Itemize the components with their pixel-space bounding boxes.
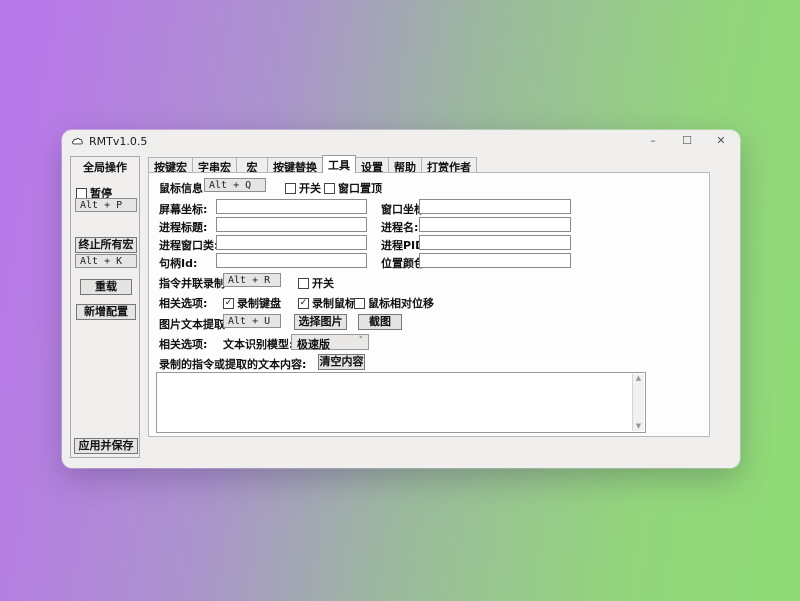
ocr-model-select[interactable]: 极速版 ˅ <box>291 334 369 350</box>
window-coord-input[interactable] <box>419 199 571 214</box>
ocr-options-label: 相关选项: <box>159 336 207 352</box>
record-mouse-label: 录制鼠标 <box>312 295 356 311</box>
ocr-hotkey-input[interactable]: Alt + U <box>223 314 281 328</box>
title-bar: RMTv1.0.5 – ☐ ✕ <box>62 130 740 152</box>
add-config-button[interactable]: 新增配置 <box>76 304 136 320</box>
screen-coord-input[interactable] <box>216 199 367 214</box>
ocr-model-value: 极速版 <box>297 338 330 351</box>
mouse-info-label: 鼠标信息: <box>159 180 207 196</box>
mouse-info-switch-checkbox[interactable] <box>285 183 296 194</box>
screen-coord-label: 屏幕坐标: <box>159 201 207 217</box>
tools-panel: 鼠标信息: Alt + Q 开关 窗口置顶 屏幕坐标: 窗口坐标: 进程标题: … <box>148 172 710 437</box>
scroll-up-icon[interactable]: ▲ <box>636 374 641 383</box>
scroll-down-icon[interactable]: ▼ <box>636 422 641 431</box>
record-mouse-row[interactable]: 录制鼠标 <box>298 295 356 311</box>
tab-macro[interactable]: 宏 <box>236 157 268 173</box>
tab-settings[interactable]: 设置 <box>355 157 389 173</box>
output-scrollbar[interactable]: ▲ ▼ <box>632 374 644 431</box>
process-title-label: 进程标题: <box>159 219 207 235</box>
process-class-input[interactable] <box>216 235 367 250</box>
app-window: RMTv1.0.5 – ☐ ✕ 全局操作 暂停 Alt + P 终止所有宏 Al… <box>62 130 740 468</box>
handle-id-label: 句柄Id: <box>159 255 197 271</box>
process-name-input[interactable] <box>419 217 571 232</box>
output-textarea[interactable]: ▲ ▼ <box>156 372 646 433</box>
window-topmost-row[interactable]: 窗口置顶 <box>324 180 382 196</box>
mouse-info-switch-label: 开关 <box>299 180 321 196</box>
tab-string-macro[interactable]: 字串宏 <box>192 157 237 173</box>
tab-help[interactable]: 帮助 <box>388 157 422 173</box>
stop-hotkey-input[interactable]: Alt + K <box>75 254 137 268</box>
mouse-info-hotkey-input[interactable]: Alt + Q <box>204 178 266 192</box>
record-switch-label: 开关 <box>312 275 334 291</box>
tab-donate[interactable]: 打赏作者 <box>421 157 477 173</box>
window-controls: – ☐ ✕ <box>646 130 728 152</box>
position-color-input[interactable] <box>419 253 571 268</box>
output-label: 录制的指令或提取的文本内容: <box>159 356 306 372</box>
mouse-info-switch-row[interactable]: 开关 <box>285 180 321 196</box>
mouse-relative-row[interactable]: 鼠标相对位移 <box>354 295 434 311</box>
maximize-button[interactable]: ☐ <box>680 130 694 152</box>
tab-key-replace[interactable]: 按键替换 <box>267 157 323 173</box>
handle-id-input[interactable] <box>216 253 367 268</box>
app-icon <box>71 135 84 148</box>
tab-key-macro[interactable]: 按键宏 <box>148 157 193 173</box>
process-pid-input[interactable] <box>419 235 571 250</box>
clear-content-button[interactable]: 清空内容 <box>318 354 365 370</box>
ocr-model-label: 文本识别模型: <box>223 336 293 352</box>
record-switch-checkbox[interactable] <box>298 278 309 289</box>
minimize-button[interactable]: – <box>646 130 660 152</box>
mouse-relative-checkbox[interactable] <box>354 298 365 309</box>
record-options-label: 相关选项: <box>159 295 207 311</box>
record-switch-row[interactable]: 开关 <box>298 275 334 291</box>
record-mouse-checkbox[interactable] <box>298 298 309 309</box>
close-button[interactable]: ✕ <box>714 130 728 152</box>
reload-button[interactable]: 重载 <box>80 279 132 295</box>
screenshot-button[interactable]: 截图 <box>358 314 402 330</box>
process-title-input[interactable] <box>216 217 367 232</box>
stop-all-macros-button[interactable]: 终止所有宏 <box>75 237 137 253</box>
process-class-label: 进程窗口类: <box>159 237 218 253</box>
record-hotkey-input[interactable]: Alt + R <box>223 273 281 287</box>
record-label: 指令并联录制: <box>159 275 229 291</box>
ocr-label: 图片文本提取: <box>159 316 229 332</box>
chevron-down-icon: ˅ <box>359 336 364 346</box>
record-keyboard-row[interactable]: 录制键盘 <box>223 295 281 311</box>
choose-image-button[interactable]: 选择图片 <box>294 314 347 330</box>
mouse-relative-label: 鼠标相对位移 <box>368 295 434 311</box>
global-actions-groupbox: 全局操作 暂停 Alt + P 终止所有宏 Alt + K 重载 新增配置 应用… <box>70 156 140 458</box>
pause-checkbox[interactable] <box>76 188 87 199</box>
tab-tools[interactable]: 工具 <box>322 155 356 173</box>
window-topmost-label: 窗口置顶 <box>338 180 382 196</box>
process-name-label: 进程名: <box>381 219 418 235</box>
window-title: RMTv1.0.5 <box>89 135 147 148</box>
apply-save-button[interactable]: 应用并保存 <box>74 438 138 454</box>
tab-strip: 按键宏 字串宏 宏 按键替换 工具 设置 帮助 打赏作者 <box>148 156 476 173</box>
window-topmost-checkbox[interactable] <box>324 183 335 194</box>
pause-hotkey-input[interactable]: Alt + P <box>75 198 137 212</box>
record-keyboard-label: 录制键盘 <box>237 295 281 311</box>
record-keyboard-checkbox[interactable] <box>223 298 234 309</box>
global-actions-title: 全局操作 <box>71 159 139 175</box>
